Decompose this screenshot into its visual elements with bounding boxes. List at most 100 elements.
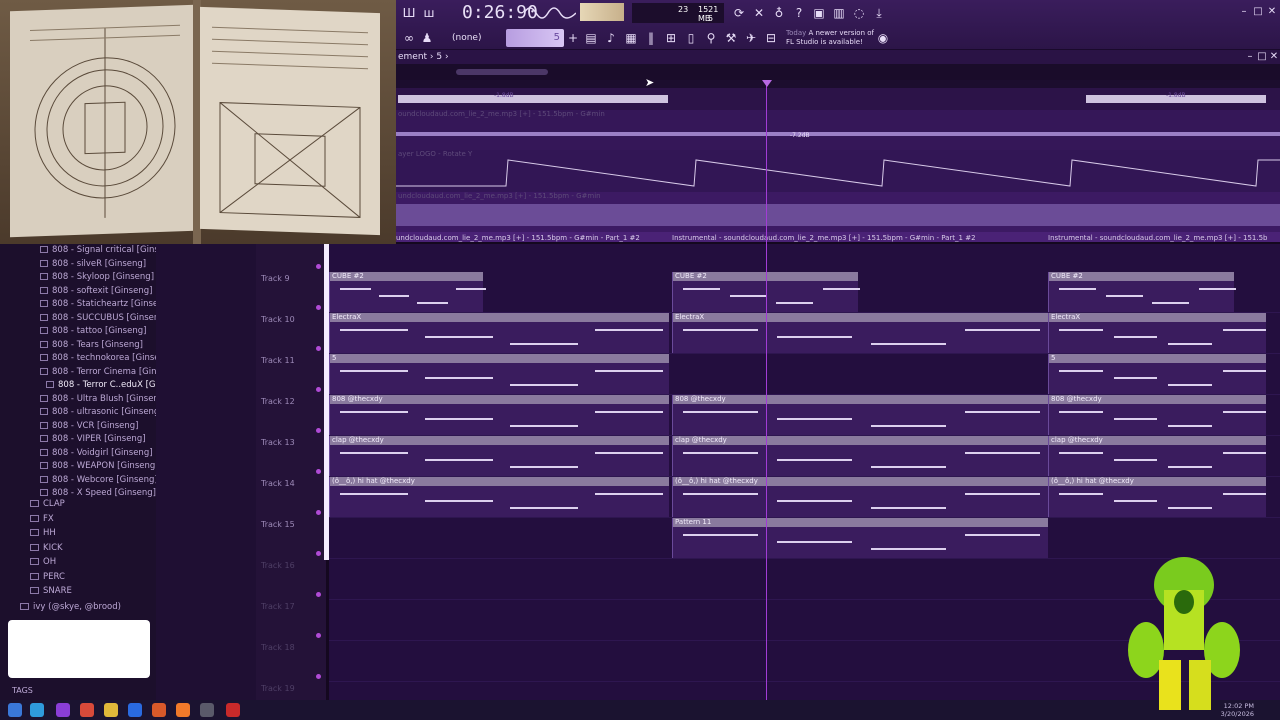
audio-lane-1[interactable]: -1.8dB -1.8dB xyxy=(396,88,1280,110)
pattern-clip[interactable]: ElectraX xyxy=(329,313,669,353)
browser-item[interactable]: 808 - tattoo [Ginseng] xyxy=(40,325,146,338)
loop-record-icon[interactable]: ⟳ xyxy=(730,4,748,22)
download-icon[interactable]: ⤓ xyxy=(870,4,888,22)
browser-folder-fx[interactable]: FX xyxy=(30,512,54,526)
playlist-track-row[interactable]: 808 @thecxdy 808 @thecxdy 808 @thecxdy xyxy=(329,395,1280,436)
track-name[interactable]: Track 16 xyxy=(261,561,295,570)
tools-icon[interactable]: ⚒ xyxy=(722,29,740,47)
browser-item[interactable]: 808 - VCR [Ginseng] xyxy=(40,420,138,433)
clip-name-c[interactable]: Instrumental - soundcloudaud.com_lie_2_m… xyxy=(1048,234,1268,242)
clip-name-a[interactable]: undcloudaud.com_lie_2_me.mp3 [+] - 151.5… xyxy=(396,234,640,242)
track-name[interactable]: Track 13 xyxy=(261,438,295,447)
track-mute-dot[interactable] xyxy=(316,551,321,556)
playlist-track-row[interactable]: CUBE #2 CUBE #2 CUBE #2 xyxy=(329,272,1280,313)
browser-icon[interactable]: ⊞ xyxy=(662,29,680,47)
browser-item[interactable]: 808 - Staticheartz [Ginseng] xyxy=(40,298,172,311)
playlist-track-row[interactable]: clap @thecxdy clap @thecxdy clap @thecxdy xyxy=(329,436,1280,477)
track-name[interactable]: Track 17 xyxy=(261,602,295,611)
playhead-line[interactable] xyxy=(766,80,767,700)
browser-item[interactable]: 808 - Webcore [Ginseng] xyxy=(40,474,158,487)
plugin-db-icon[interactable]: ⚲ xyxy=(702,29,720,47)
audio-lane-2[interactable]: oundcloudaud.com_lie_2_me.mp3 [+] - 151.… xyxy=(396,110,1280,150)
pattern-clip[interactable]: Pattern 11 xyxy=(672,518,1048,558)
track-mute-dot[interactable] xyxy=(316,428,321,433)
mixer-icon[interactable]: ▥ xyxy=(830,4,848,22)
track-mute-dot[interactable] xyxy=(316,633,321,638)
browser-item[interactable]: 808 - Tears [Ginseng] xyxy=(40,339,143,352)
file-explorer-icon[interactable] xyxy=(104,703,118,717)
browser-folder-kick[interactable]: KICK xyxy=(30,541,63,555)
plugin-picker-icon[interactable]: ▯ xyxy=(682,29,700,47)
browser-item[interactable]: 808 - silveR [Ginseng] xyxy=(40,258,146,271)
microphone-icon[interactable]: ♁ xyxy=(770,4,788,22)
stamp-icon[interactable]: ♟ xyxy=(418,29,436,47)
app-icon-1[interactable] xyxy=(56,703,70,717)
clip-name-b[interactable]: Instrumental - soundcloudaud.com_lie_2_m… xyxy=(672,234,976,242)
fl-cloud-icon[interactable]: ◉ xyxy=(874,29,892,47)
help-icon[interactable]: ? xyxy=(790,4,808,22)
tags-label[interactable]: TAGS xyxy=(12,686,33,695)
channel-rack-icon[interactable]: ▦ xyxy=(622,29,640,47)
browser-folder-perc[interactable]: PERC xyxy=(30,570,65,584)
browser-item[interactable]: 808 - Ultra Blush [Ginseng] xyxy=(40,393,168,406)
minimize-icon[interactable]: – xyxy=(1238,6,1250,18)
pattern-clip[interactable]: clap @thecxdy xyxy=(672,436,1048,476)
pattern-clip[interactable]: 808 @thecxdy xyxy=(329,395,669,435)
track-name[interactable]: Track 15 xyxy=(261,520,295,529)
pattern-clip[interactable]: ElectraX xyxy=(672,313,1048,353)
browser-item[interactable]: 808 - ultrasonic [Ginseng] xyxy=(40,406,163,419)
metronome-icon[interactable]: ✕ xyxy=(750,4,768,22)
link-icon[interactable]: ∞ xyxy=(400,29,418,47)
track-name[interactable]: Track 19 xyxy=(261,684,295,693)
chat-icon[interactable]: ◌ xyxy=(850,4,868,22)
track-mute-dot[interactable] xyxy=(316,387,321,392)
track-mute-dot[interactable] xyxy=(316,674,321,679)
track-mute-dot[interactable] xyxy=(316,346,321,351)
track-mute-dot[interactable] xyxy=(316,510,321,515)
piano-roll-icon[interactable]: ♪ xyxy=(602,29,620,47)
browser-folder-clap[interactable]: CLAP xyxy=(30,497,65,511)
close-icon[interactable]: ✕ xyxy=(1266,6,1278,18)
playlist-icon[interactable]: ▤ xyxy=(582,29,600,47)
fl-menu-icon[interactable]: Ш xyxy=(400,4,418,22)
obs-icon[interactable] xyxy=(226,703,240,717)
browser-root-folder[interactable]: ivy (@skye, @brood) xyxy=(20,600,121,614)
track-name[interactable]: Track 18 xyxy=(261,643,295,652)
touch-keyboard-icon[interactable]: ✈ xyxy=(742,29,760,47)
track-name[interactable]: Track 9 xyxy=(261,274,290,283)
playhead-marker[interactable] xyxy=(762,80,772,87)
browser-item[interactable]: 808 - Skyloop [Ginseng] xyxy=(40,271,154,284)
track-name[interactable]: Track 12 xyxy=(261,397,295,406)
track-name[interactable]: Track 11 xyxy=(261,356,295,365)
track-mute-dot[interactable] xyxy=(316,592,321,597)
audio-lane-4[interactable]: undcloudaud.com_lie_2_me.mp3 [+] - 151.5… xyxy=(396,192,1280,232)
save-icon[interactable]: ▣ xyxy=(810,4,828,22)
track-mute-dot[interactable] xyxy=(316,469,321,474)
pattern-clip[interactable]: CUBE #2 xyxy=(329,272,487,312)
track-name[interactable]: Track 10 xyxy=(261,315,295,324)
pattern-clip[interactable]: (ô__ô,) hi hat @thecxdy xyxy=(329,477,669,517)
browser-item[interactable]: 808 - technokorea [Ginseng] xyxy=(40,352,174,365)
playlist-track-row[interactable]: ElectraX ElectraX ElectraX xyxy=(329,313,1280,354)
pattern-clip[interactable]: 808 @thecxdy xyxy=(1048,395,1267,435)
playlist-minimize-icon[interactable]: – xyxy=(1244,51,1256,63)
pattern-clip[interactable]: (ô__ô,) hi hat @thecxdy xyxy=(1048,477,1267,517)
mixer-view-icon[interactable]: ‖ xyxy=(642,29,660,47)
track-name[interactable]: Track 14 xyxy=(261,479,295,488)
fl-studio-taskbar-icon[interactable] xyxy=(176,703,190,717)
pattern-clip[interactable]: 808 @thecxdy xyxy=(672,395,1048,435)
browser-item[interactable]: 808 - Voidgirl [Ginseng] xyxy=(40,447,153,460)
playlist-restore-icon[interactable]: □ xyxy=(1256,51,1268,63)
chrome-icon[interactable] xyxy=(80,703,94,717)
pattern-clip[interactable]: CUBE #2 xyxy=(672,272,860,312)
browser-folder-snare[interactable]: SNARE xyxy=(30,584,72,598)
pattern-clip[interactable]: 5 xyxy=(329,354,669,394)
pattern-clip[interactable]: clap @thecxdy xyxy=(329,436,669,476)
news-panel[interactable]: Today A newer version of FL Studio is av… xyxy=(786,29,876,47)
pattern-number-selector[interactable]: 5 xyxy=(506,29,564,47)
app-icon-3[interactable] xyxy=(200,703,214,717)
start-icon[interactable] xyxy=(8,703,22,717)
pattern-clip[interactable]: (ô__ô,) hi hat @thecxdy xyxy=(672,477,1048,517)
scrollbar-thumb[interactable] xyxy=(456,69,548,75)
browser-item[interactable]: 808 - SUCCUBUS [Ginseng] xyxy=(40,312,168,325)
